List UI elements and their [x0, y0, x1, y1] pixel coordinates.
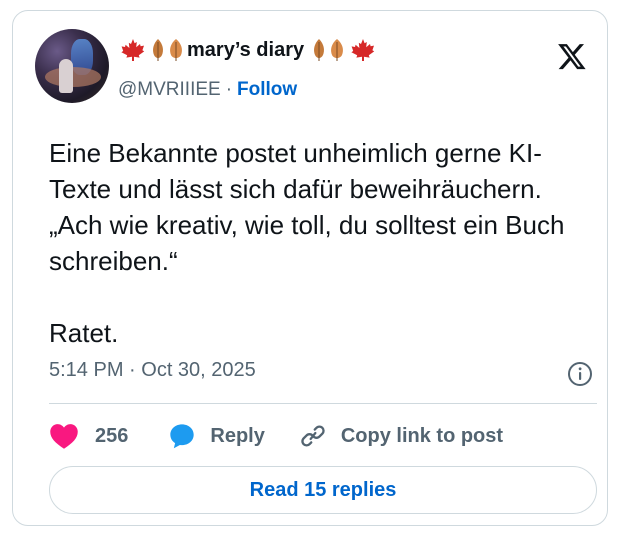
- reply-label: Reply: [210, 424, 265, 447]
- maple-leaf-icon: [351, 38, 375, 62]
- copy-link-button[interactable]: Copy link to post: [299, 422, 503, 450]
- like-button[interactable]: 256: [49, 422, 128, 450]
- like-count: 256: [95, 424, 129, 447]
- info-icon[interactable]: [567, 361, 593, 387]
- separator: ·: [225, 79, 233, 100]
- heart-icon: [49, 422, 79, 450]
- reply-button[interactable]: Reply: [168, 422, 265, 450]
- autumn-leaf-icon: [151, 38, 165, 62]
- handle-row: @MVRIIIEE · Follow: [118, 79, 297, 101]
- avatar[interactable]: [35, 29, 109, 103]
- tweet-card: mary’s diary @MVRIIIEE · Follow Eine Bekan…: [12, 10, 608, 526]
- link-icon: [299, 422, 327, 450]
- autumn-leaf-icon: [168, 38, 184, 62]
- read-replies-label: Read 15 replies: [249, 478, 397, 501]
- tweet-text: Eine Bekannte postet unheimlich gerne KI…: [49, 138, 565, 348]
- divider: [49, 403, 597, 404]
- autumn-leaf-icon: [312, 38, 326, 62]
- maple-leaf-icon: [121, 38, 145, 62]
- action-bar: 256 Reply Copy link to post: [49, 421, 503, 451]
- follow-button[interactable]: Follow: [237, 79, 297, 100]
- speech-bubble-icon: [168, 422, 196, 450]
- author-name-row[interactable]: mary’s diary: [118, 37, 378, 63]
- copy-link-label: Copy link to post: [340, 424, 504, 447]
- read-replies-button[interactable]: Read 15 replies: [49, 466, 597, 514]
- x-logo-icon[interactable]: [557, 41, 587, 71]
- timestamp[interactable]: 5:14 PM · Oct 30, 2025: [49, 359, 256, 382]
- autumn-leaf-icon: [329, 38, 345, 62]
- author-name[interactable]: mary’s diary: [187, 39, 304, 62]
- author-handle[interactable]: @MVRIIIEE: [118, 79, 221, 100]
